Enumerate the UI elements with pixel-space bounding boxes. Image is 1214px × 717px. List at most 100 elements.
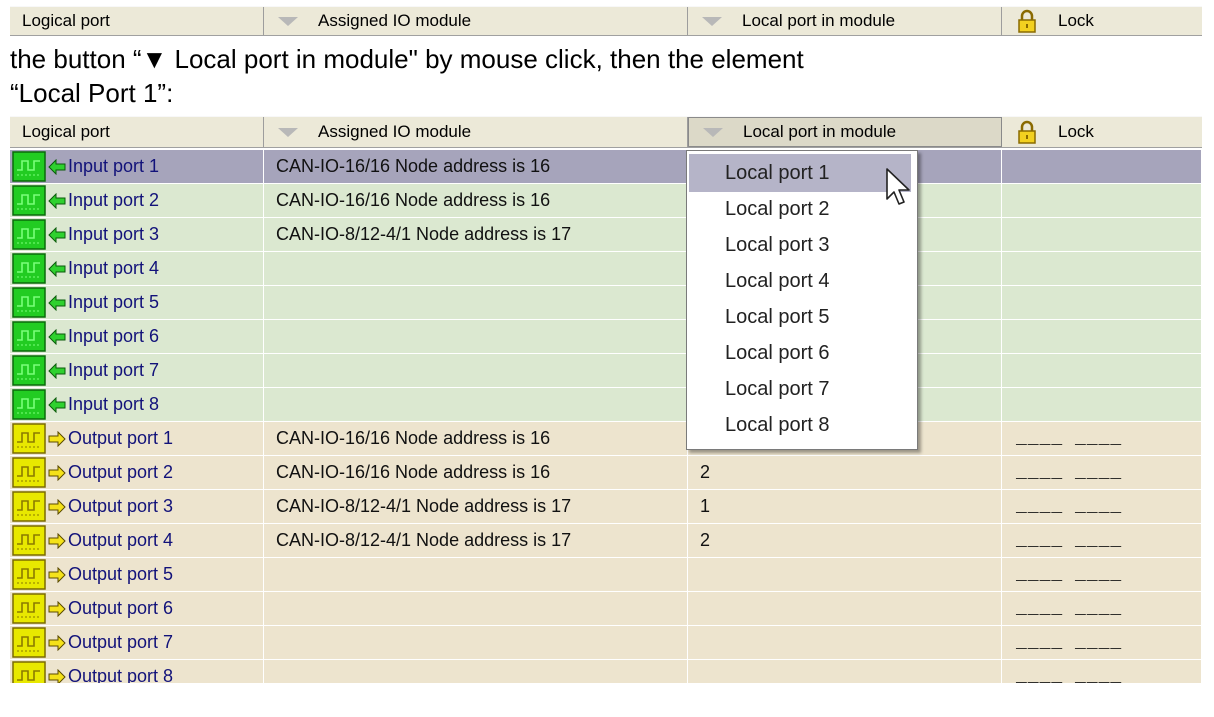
assigned-io-module-cell[interactable] (264, 660, 688, 683)
table-row[interactable]: Output port 4 CAN-IO-8/12-4/1 Node addres… (10, 524, 1202, 558)
local-port-cell[interactable]: 2 (688, 456, 1002, 489)
table-row[interactable]: Output port 1 CAN-IO-16/16 Node address i… (10, 422, 1202, 456)
logical-port-cell[interactable]: Output port 2 (10, 456, 264, 489)
lock-value: ____ ____ (1016, 462, 1123, 483)
assigned-io-module-cell[interactable]: CAN-IO-16/16 Node address is 16 (264, 456, 688, 489)
logical-port-cell[interactable]: Input port 1 (10, 150, 264, 183)
logical-port-cell[interactable]: Output port 7 (10, 626, 264, 659)
lock-cell[interactable] (1002, 150, 1202, 183)
dropdown-option[interactable]: Local port 5 (689, 298, 911, 336)
header-assigned-io-module[interactable]: Assigned IO module (264, 117, 688, 147)
header-local-port-in-module[interactable]: Local port in module (688, 7, 1002, 35)
logical-port-cell[interactable]: Input port 5 (10, 286, 264, 319)
header-lock[interactable]: Lock (1002, 7, 1202, 35)
assigned-io-module-cell[interactable]: CAN-IO-16/16 Node address is 16 (264, 422, 688, 455)
assigned-io-module-cell[interactable] (264, 388, 688, 421)
header-logical-port[interactable]: Logical port (10, 117, 264, 147)
assigned-io-module-cell[interactable] (264, 286, 688, 319)
lock-cell[interactable]: ____ ____ (1002, 558, 1202, 591)
dropdown-option[interactable]: Local port 1 (689, 154, 911, 192)
logical-port-cell[interactable]: Input port 7 (10, 354, 264, 387)
dropdown-option[interactable]: Local port 7 (689, 370, 911, 408)
input-port-icon (12, 355, 46, 386)
header-logical-port[interactable]: Logical port (10, 7, 264, 35)
table-row[interactable]: Input port 2 CAN-IO-16/16 Node address is… (10, 184, 1202, 218)
dropdown-option[interactable]: Local port 2 (689, 190, 911, 228)
mouse-pointer-icon (886, 168, 910, 205)
sort-triangle-icon (278, 127, 298, 137)
local-port-cell[interactable] (688, 592, 1002, 625)
table-row[interactable]: Output port 6 ____ ____ (10, 592, 1202, 626)
logical-port-cell[interactable]: Input port 6 (10, 320, 264, 353)
header-lock-label: Lock (1058, 122, 1094, 141)
dropdown-option[interactable]: Local port 6 (689, 334, 911, 372)
table-row[interactable]: Input port 6 (10, 320, 1202, 354)
assigned-io-module-cell[interactable]: CAN-IO-8/12-4/1 Node address is 17 (264, 490, 688, 523)
logical-port-cell[interactable]: Output port 6 (10, 592, 264, 625)
assigned-io-module-value: CAN-IO-16/16 Node address is 16 (276, 156, 551, 176)
logical-port-cell[interactable]: Input port 3 (10, 218, 264, 251)
logical-port-cell[interactable]: Output port 3 (10, 490, 264, 523)
local-port-dropdown-button[interactable]: Local port in module (688, 117, 1002, 147)
lock-cell[interactable]: ____ ____ (1002, 524, 1202, 557)
input-port-icon (12, 219, 46, 250)
table-row[interactable]: Input port 8 (10, 388, 1202, 422)
lock-cell[interactable]: ____ ____ (1002, 422, 1202, 455)
lock-cell[interactable]: ____ ____ (1002, 660, 1202, 683)
assigned-io-module-cell[interactable] (264, 252, 688, 285)
lock-cell[interactable] (1002, 252, 1202, 285)
header-assigned-io-module[interactable]: Assigned IO module (264, 7, 688, 35)
arrow-left-icon (48, 294, 66, 311)
table-row[interactable]: Output port 3 CAN-IO-8/12-4/1 Node addres… (10, 490, 1202, 524)
logical-port-cell[interactable]: Input port 2 (10, 184, 264, 217)
lock-cell[interactable] (1002, 184, 1202, 217)
lock-cell[interactable] (1002, 354, 1202, 387)
lock-cell[interactable]: ____ ____ (1002, 592, 1202, 625)
local-port-value: 2 (700, 530, 711, 550)
assigned-io-module-cell[interactable] (264, 354, 688, 387)
table-row[interactable]: Output port 8 ____ ____ (10, 660, 1202, 683)
lock-cell[interactable] (1002, 320, 1202, 353)
table-row[interactable]: Input port 3 CAN-IO-8/12-4/1 Node address… (10, 218, 1202, 252)
table-row[interactable]: Output port 5 ____ ____ (10, 558, 1202, 592)
local-port-cell[interactable]: 1 (688, 490, 1002, 523)
table-row[interactable]: Input port 4 (10, 252, 1202, 286)
assigned-io-module-cell[interactable]: CAN-IO-8/12-4/1 Node address is 17 (264, 524, 688, 557)
assigned-io-module-cell[interactable] (264, 626, 688, 659)
dropdown-option[interactable]: Local port 8 (689, 406, 911, 444)
local-port-cell[interactable] (688, 558, 1002, 591)
table-row[interactable]: Output port 7 ____ ____ (10, 626, 1202, 660)
logical-port-cell[interactable]: Output port 5 (10, 558, 264, 591)
local-port-cell[interactable]: 2 (688, 524, 1002, 557)
assigned-io-module-cell[interactable]: CAN-IO-16/16 Node address is 16 (264, 184, 688, 217)
lock-cell[interactable] (1002, 388, 1202, 421)
lock-cell[interactable]: ____ ____ (1002, 490, 1202, 523)
logical-port-cell[interactable]: Input port 4 (10, 252, 264, 285)
port-grid: Input port 1 CAN-IO-16/16 Node address is… (10, 150, 1202, 683)
table-row[interactable]: Input port 7 (10, 354, 1202, 388)
header-lock[interactable]: Lock (1002, 117, 1202, 147)
logical-port-cell[interactable]: Output port 1 (10, 422, 264, 455)
lock-cell[interactable]: ____ ____ (1002, 456, 1202, 489)
logical-port-cell[interactable]: Input port 8 (10, 388, 264, 421)
logical-port-cell[interactable]: Output port 8 (10, 660, 264, 683)
local-port-cell[interactable] (688, 660, 1002, 683)
logical-port-cell[interactable]: Output port 4 (10, 524, 264, 557)
dropdown-option[interactable]: Local port 4 (689, 262, 911, 300)
lock-cell[interactable]: ____ ____ (1002, 626, 1202, 659)
assigned-io-module-cell[interactable]: CAN-IO-8/12-4/1 Node address is 17 (264, 218, 688, 251)
lock-value: ____ ____ (1016, 598, 1123, 619)
logical-port-name: Output port 1 (68, 428, 174, 448)
local-port-cell[interactable] (688, 626, 1002, 659)
assigned-io-module-cell[interactable] (264, 558, 688, 591)
assigned-io-module-cell[interactable] (264, 320, 688, 353)
table-row[interactable]: Output port 2 CAN-IO-16/16 Node address i… (10, 456, 1202, 490)
assigned-io-module-cell[interactable] (264, 592, 688, 625)
dropdown-option[interactable]: Local port 3 (689, 226, 911, 264)
assigned-io-module-cell[interactable]: CAN-IO-16/16 Node address is 16 (264, 150, 688, 183)
table-row[interactable]: Input port 5 (10, 286, 1202, 320)
lock-cell[interactable] (1002, 286, 1202, 319)
output-port-icon (12, 525, 46, 556)
lock-cell[interactable] (1002, 218, 1202, 251)
table-row[interactable]: Input port 1 CAN-IO-16/16 Node address is… (10, 150, 1202, 184)
